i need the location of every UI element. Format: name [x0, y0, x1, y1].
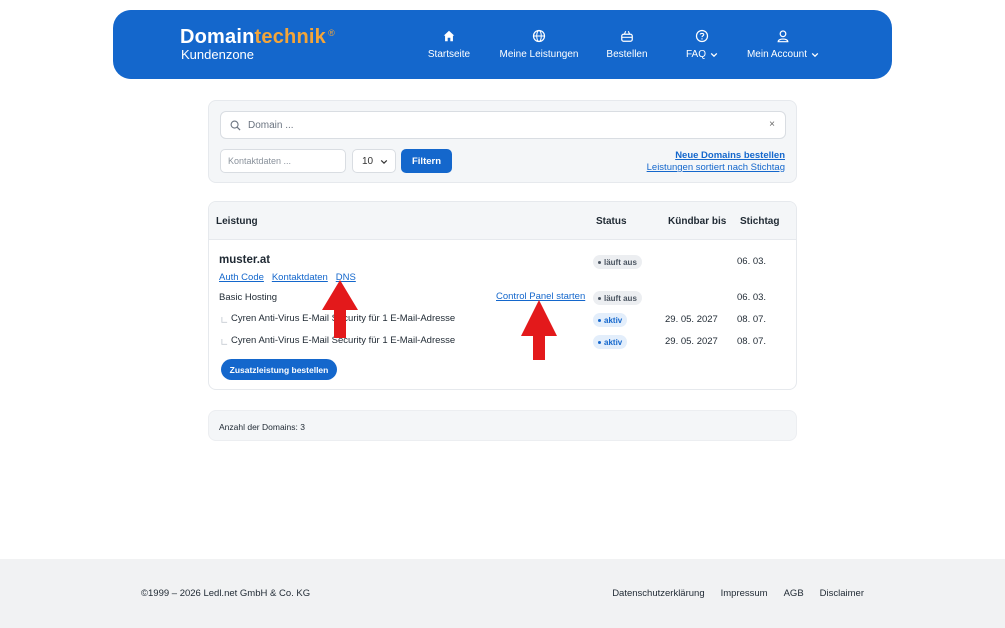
- per-page-select[interactable]: 10: [352, 149, 396, 173]
- top-header: Domaintechnik ® Kundenzone Startseite Mei…: [113, 10, 892, 79]
- nav-mein-account[interactable]: Mein Account: [742, 10, 824, 79]
- due-date: 06. 03.: [737, 292, 767, 303]
- nav-account-label-wrap: Mein Account: [747, 49, 819, 60]
- annotation-arrow-up-icon: [322, 280, 358, 338]
- status-badge: läuft aus: [593, 255, 642, 269]
- brand-subtitle: Kundenzone: [181, 47, 255, 62]
- chevron-down-icon: [811, 52, 819, 57]
- nav-label: FAQ: [685, 49, 706, 60]
- status-text: aktiv: [604, 315, 623, 325]
- contact-filter-box: [220, 149, 346, 173]
- cancel-until-date: 29. 05. 2027: [665, 336, 718, 347]
- status-dot: [598, 296, 601, 300]
- domain-count-text: Anzahl der Domains: 3: [219, 422, 305, 432]
- globe-icon: [532, 29, 546, 43]
- annotation-arrow-up-icon: [521, 300, 557, 360]
- status-text: aktiv: [604, 337, 623, 347]
- page-footer: ©1999 – 2026 Ledl.net GmbH & Co. KG Date…: [0, 559, 1005, 628]
- status-badge: läuft aus: [593, 291, 642, 305]
- filter-panel: × 10 Filtern Neue Domains bestellen Leis…: [208, 100, 797, 183]
- header-cancel-until: Kündbar bis: [668, 216, 727, 227]
- status-dot: [598, 340, 601, 344]
- nav-label: Mein Account: [746, 49, 808, 60]
- due-date: 06. 03.: [737, 256, 767, 267]
- footer-links: Datenschutzerklärung Impressum AGB Discl…: [612, 588, 864, 599]
- terms-link[interactable]: AGB: [784, 588, 804, 599]
- new-domains-link[interactable]: Neue Domains bestellen: [647, 150, 785, 162]
- quick-links: Neue Domains bestellen Leistungen sortie…: [647, 150, 785, 174]
- per-page-value: 10: [362, 155, 374, 167]
- basket-icon: [621, 30, 633, 42]
- due-date: 08. 07.: [737, 336, 767, 347]
- nav-faq[interactable]: FAQ: [679, 10, 725, 79]
- header-due-date: Stichtag: [740, 216, 780, 227]
- domain-search-input[interactable]: [248, 116, 748, 134]
- table-header: Leistung Status Kündbar bis Stichtag: [209, 202, 796, 240]
- status-text: läuft aus: [604, 293, 637, 303]
- services-table: Leistung Status Kündbar bis Stichtag mus…: [208, 201, 797, 390]
- status-dot: [598, 318, 601, 322]
- status-text: läuft aus: [604, 257, 637, 267]
- chevron-down-icon: [380, 159, 388, 165]
- disclaimer-link[interactable]: Disclaimer: [820, 588, 864, 599]
- help-circle-icon: [695, 29, 709, 43]
- nav-meine-leistungen[interactable]: Meine Leistungen: [497, 10, 581, 79]
- sorted-services-link[interactable]: Leistungen sortiert nach Stichtag: [647, 162, 785, 174]
- nav-label: Bestellen: [606, 49, 648, 60]
- privacy-link[interactable]: Datenschutzerklärung: [612, 588, 704, 599]
- imprint-link[interactable]: Impressum: [721, 588, 768, 599]
- clear-search-icon[interactable]: ×: [769, 119, 775, 130]
- copyright-text: ©1999 – 2026 Ledl.net GmbH & Co. KG: [141, 588, 311, 599]
- domain-count-bar: Anzahl der Domains: 3: [208, 410, 797, 441]
- auth-code-link[interactable]: Auth Code: [219, 272, 264, 283]
- contact-filter-input[interactable]: [221, 150, 345, 172]
- search-icon: [230, 120, 241, 131]
- registered-mark: ®: [328, 28, 335, 38]
- header-service: Leistung: [216, 216, 258, 227]
- home-icon: [443, 30, 455, 42]
- search-box: ×: [220, 111, 786, 139]
- brand-name-part2: technik: [254, 26, 326, 48]
- nav-label: Startseite: [427, 49, 471, 60]
- nav-bestellen[interactable]: Bestellen: [603, 10, 651, 79]
- header-status: Status: [596, 216, 627, 227]
- status-dot: [598, 260, 601, 264]
- nav-faq-label-wrap: FAQ: [686, 49, 718, 60]
- due-date: 08. 07.: [737, 314, 767, 325]
- service-name: Basic Hosting: [219, 292, 278, 303]
- brand-name: Domaintechnik ®: [180, 26, 335, 48]
- chevron-down-icon: [710, 52, 718, 57]
- add-service-button[interactable]: Zusatzleistung bestellen: [221, 359, 337, 380]
- filter-button[interactable]: Filtern: [401, 149, 452, 173]
- domain-name[interactable]: muster.at: [219, 254, 270, 266]
- sub-item-icon: [221, 317, 228, 323]
- status-badge: aktiv: [593, 313, 628, 327]
- brand-name-part1: Domain: [180, 26, 255, 48]
- sub-item-icon: [221, 339, 228, 345]
- cancel-until-date: 29. 05. 2027: [665, 314, 718, 325]
- user-icon: [777, 30, 789, 43]
- status-badge: aktiv: [593, 335, 628, 349]
- nav-label: Meine Leistungen: [499, 49, 579, 60]
- brand-logo[interactable]: Domaintechnik ® Kundenzone: [180, 26, 335, 62]
- nav-startseite[interactable]: Startseite: [421, 10, 477, 79]
